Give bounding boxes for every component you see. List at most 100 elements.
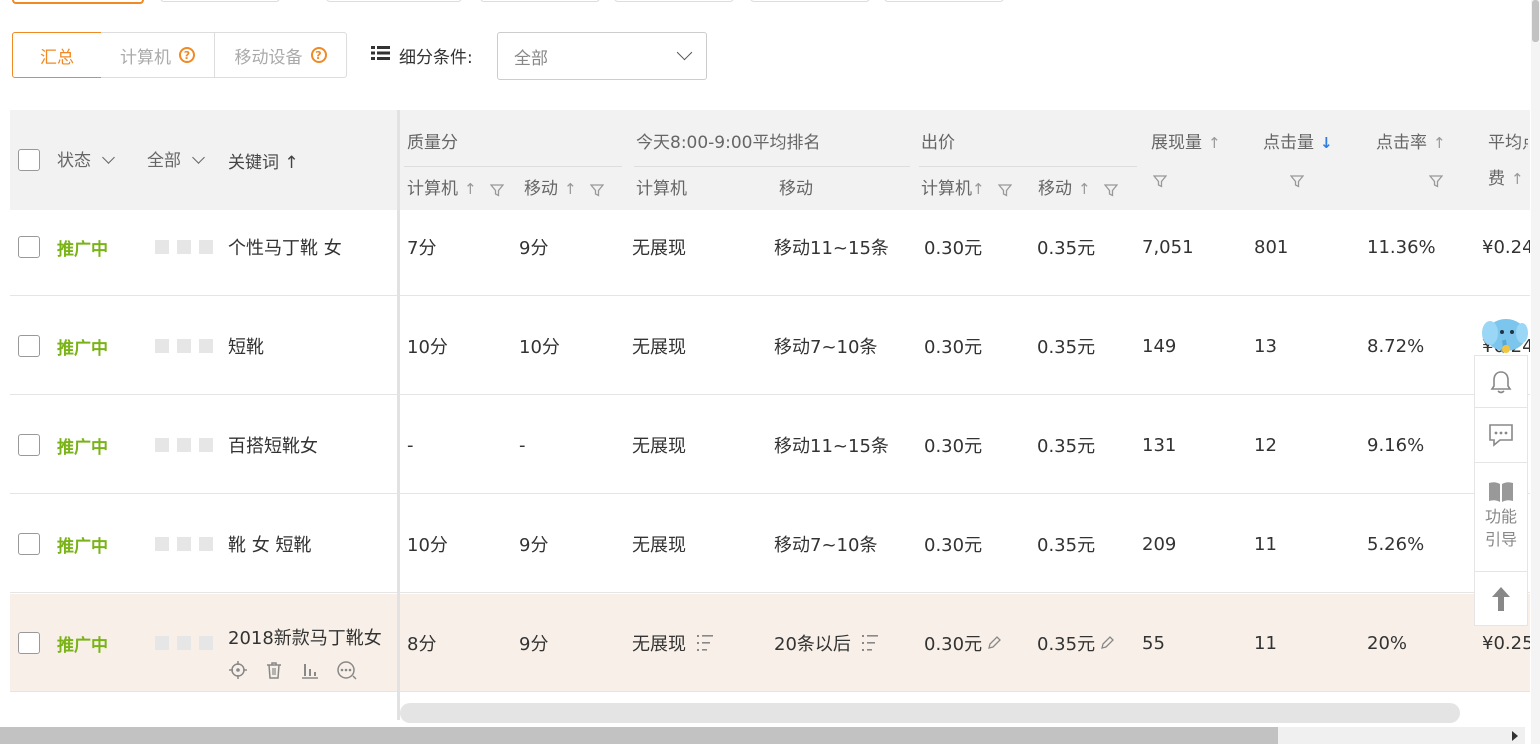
keyword-text[interactable]: 短靴: [228, 297, 264, 395]
target-icon[interactable]: [228, 660, 248, 680]
top-tab-7[interactable]: [884, 0, 1004, 2]
top-tab-3[interactable]: [326, 0, 462, 2]
bid-computer-value: 0.30元: [924, 495, 982, 593]
notification-button[interactable]: [1474, 355, 1528, 408]
filter-icon[interactable]: [997, 183, 1012, 197]
top-tab-4[interactable]: [480, 0, 600, 2]
detail-list-icon[interactable]: [696, 633, 714, 653]
sort-up-icon: ↑: [464, 180, 477, 198]
help-icon[interactable]: ?: [310, 47, 327, 63]
keyword-header[interactable]: 关键词 ↑: [228, 148, 299, 173]
detail-list-icon[interactable]: [861, 633, 879, 653]
keyword-text[interactable]: 百搭短靴女: [228, 396, 318, 494]
placeholder-squares: [155, 198, 221, 296]
row-checkbox[interactable]: [18, 236, 40, 258]
impressions-value: 131: [1142, 434, 1177, 456]
quality-mobile-value: 10分: [519, 337, 560, 358]
row-checkbox[interactable]: [18, 335, 40, 357]
filter-icon[interactable]: [589, 183, 604, 197]
keyword-text[interactable]: 个性马丁靴 女: [228, 198, 342, 296]
table-horizontal-scrollbar[interactable]: [400, 703, 1460, 723]
status-badge: 推广中: [57, 437, 108, 458]
status-header-label: 状态: [57, 151, 91, 171]
header-divider: [634, 166, 910, 167]
rank-mobile-value: 移动7~10条: [774, 495, 877, 593]
trash-icon[interactable]: [264, 660, 284, 680]
computer-tab[interactable]: 计算机 ?: [101, 32, 215, 78]
mobile-tab[interactable]: 移动设备 ?: [214, 32, 347, 78]
summary-tab[interactable]: 汇总: [12, 32, 102, 78]
rank-mobile-header: 移动: [779, 179, 813, 199]
ctr-label: 点击率: [1376, 133, 1427, 153]
avg-cost-header-line2[interactable]: 费 ↑: [1488, 164, 1528, 189]
page-scrollbar-thumb[interactable]: [0, 727, 1278, 744]
bell-icon: [1490, 370, 1512, 393]
rank-mobile-value: 移动11~15条: [774, 198, 889, 296]
top-tab-2[interactable]: [160, 0, 280, 2]
select-all-checkbox[interactable]: [18, 149, 40, 171]
bid-mobile-header[interactable]: 移动 ↑: [1038, 174, 1118, 199]
impressions-value: 149: [1142, 335, 1177, 357]
clicks-header[interactable]: 点击量 ↓: [1263, 128, 1333, 153]
avg-cost-header[interactable]: 平均点: [1488, 128, 1528, 153]
all-header[interactable]: 全部: [147, 146, 206, 171]
rank-header: 今天8:00-9:00平均排名: [636, 133, 821, 153]
table-row: 推广中 靴 女 短靴 10分 9分 无展现 移动7~10条 0.30元 0.35元 209 11 5…: [10, 495, 1530, 593]
vertical-scrollbar-thumb[interactable]: [1532, 0, 1539, 42]
rank-mobile-value: 20条以后: [774, 594, 879, 692]
quality-mobile-value: -: [519, 434, 526, 456]
row-checkbox[interactable]: [18, 632, 40, 654]
bid-mobile-value: 0.35元: [1037, 297, 1095, 395]
status-header[interactable]: 状态: [57, 146, 116, 171]
bid-mobile-text: 0.35元: [1037, 634, 1096, 655]
row-checkbox[interactable]: [18, 533, 40, 555]
top-tab-6[interactable]: [750, 0, 870, 2]
filter-icon[interactable]: [489, 183, 504, 197]
bar-chart-icon[interactable]: [300, 660, 320, 680]
quality-mobile-header[interactable]: 移动 ↑: [524, 174, 604, 199]
impressions-header[interactable]: 展现量 ↑: [1151, 128, 1221, 153]
feature-guide-button[interactable]: 功能 引导: [1474, 462, 1528, 572]
message-button[interactable]: [1474, 407, 1528, 463]
all-header-label: 全部: [147, 151, 181, 171]
more-icon[interactable]: [336, 660, 358, 680]
rank-computer-value: 无展现: [632, 297, 686, 395]
rank-computer-value: 无展现: [632, 495, 686, 593]
table-row: 推广中 个性马丁靴 女 7分 9分 无展现 移动11~15条 0.30元 0.35元 7,051…: [10, 198, 1530, 296]
page-vertical-scrollbar[interactable]: [1531, 0, 1540, 744]
sort-up-icon: ↑: [1208, 134, 1221, 152]
rank-mobile-text: 移动11~15条: [774, 238, 889, 259]
filter-icon[interactable]: [1290, 174, 1305, 188]
scroll-right-icon[interactable]: [1512, 731, 1518, 741]
edit-icon[interactable]: [986, 635, 1002, 651]
top-tab-5[interactable]: [614, 0, 734, 2]
filter-select[interactable]: 全部: [497, 32, 707, 80]
back-to-top-button[interactable]: [1474, 571, 1528, 626]
row-checkbox[interactable]: [18, 434, 40, 456]
bid-computer-header[interactable]: 计算机↑: [921, 174, 1012, 199]
book-icon: [1489, 482, 1513, 502]
row-actions: [228, 660, 358, 680]
placeholder-squares: [155, 495, 221, 593]
table-row: 推广中 短靴 10分 10分 无展现 移动7~10条 0.30元 0.35元 149 13 8.72…: [10, 297, 1530, 395]
top-tab-1[interactable]: [12, 0, 144, 4]
rank-computer-text: 无展现: [632, 337, 686, 358]
help-icon[interactable]: ?: [179, 47, 195, 63]
bid-mobile-value: 0.35元: [1037, 198, 1095, 296]
filter-icon[interactable]: [1428, 174, 1443, 188]
ctr-header[interactable]: 点击率 ↑: [1376, 128, 1446, 153]
bid-computer-text: 0.30元: [924, 238, 983, 259]
quality-mobile-label: 移动: [524, 179, 558, 199]
quality-computer-header[interactable]: 计算机 ↑: [407, 174, 504, 199]
rank-computer-text: 无展现: [632, 535, 686, 556]
keyword-text[interactable]: 靴 女 短靴: [228, 495, 311, 593]
filter-icon[interactable]: [1103, 183, 1118, 197]
quality-computer-value: 10分: [407, 337, 448, 358]
placeholder-squares: [155, 297, 221, 395]
bid-computer-label: 计算机: [921, 179, 972, 199]
edit-icon[interactable]: [1099, 635, 1115, 651]
filter-icon[interactable]: [1153, 174, 1167, 188]
ctr-value: 20%: [1367, 632, 1408, 654]
bid-computer-value: 0.30元: [924, 594, 1002, 692]
bid-computer-text: 0.30元: [924, 634, 983, 655]
